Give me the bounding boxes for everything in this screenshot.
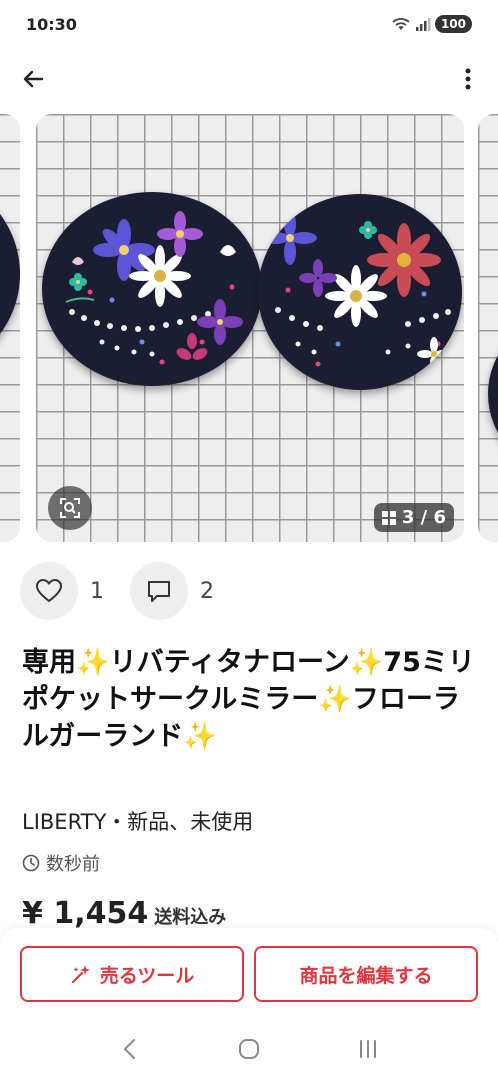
coaster-right-image [258,194,462,390]
heart-icon [36,579,62,602]
like-button[interactable] [20,562,78,620]
zoom-button[interactable] [48,486,92,530]
previous-photo[interactable] [0,114,20,542]
title-part-2: リバティタナローン [109,647,350,678]
item-title: 専用✨リバティタナローン✨75ミリポケットサークルミラー✨フローラルガーランド✨ [22,644,482,755]
next-photo[interactable] [478,114,498,542]
comment-icon [148,581,170,602]
posted-time: 数秒前 [22,850,100,876]
sparkle-icon: ✨ [76,647,110,678]
floral-pattern-image [65,211,243,365]
action-row: 1 2 [20,562,240,620]
bottom-action-bar: 売るツール 商品を編集する [0,928,498,1018]
more-options-button[interactable] [456,62,480,96]
sparkle-wand-icon [71,965,90,984]
price: ¥ 1,454 送料込み [22,896,226,931]
status-time: 10:30 [26,15,77,34]
coaster-left-image [42,192,262,386]
system-nav-bar [0,1018,498,1080]
back-arrow-icon [23,70,44,88]
price-value: ¥ 1,454 [22,896,149,931]
title-part-1: 専用 [22,647,76,678]
sparkle-icon: ✨ [318,684,352,715]
clock-icon [22,854,40,872]
edit-item-button[interactable]: 商品を編集する [254,946,478,1002]
nav-recents-button[interactable] [348,1029,388,1069]
status-indicators: 100 [391,15,472,33]
page-counter-text: 3 / 6 [401,507,446,528]
posted-time-text: 数秒前 [46,854,100,875]
battery-indicator: 100 [434,15,472,33]
nav-back-button[interactable] [110,1029,150,1069]
zoom-icon [60,498,80,518]
page-counter: 3 / 6 [373,503,454,532]
grid-icon [381,510,396,525]
product-photo[interactable]: 3 / 6 [36,114,464,542]
item-meta: LIBERTY・新品、未使用 [22,810,254,834]
sell-tool-label: 売るツール [99,964,195,987]
image-gallery[interactable]: 3 / 6 [0,114,498,542]
signal-icon [415,18,431,31]
more-vert-icon [465,68,471,90]
sparkle-icon: ✨ [183,721,217,752]
back-button[interactable] [16,62,50,96]
like-count: 1 [90,578,104,604]
sell-tool-button[interactable]: 売るツール [20,946,244,1002]
wifi-icon [392,18,410,30]
shipping-note: 送料込み [154,907,227,928]
comment-count: 2 [200,578,214,604]
edit-item-label: 商品を編集する [299,964,433,987]
nav-back-icon [123,1039,135,1059]
floral-pattern-image [263,211,458,371]
nav-home-icon [238,1039,259,1059]
nav-home-button[interactable] [229,1029,269,1069]
nav-recents-icon [360,1040,377,1058]
status-bar: 10:30 100 [0,0,498,52]
comment-button[interactable] [130,562,188,620]
sparkle-icon: ✨ [349,647,384,678]
